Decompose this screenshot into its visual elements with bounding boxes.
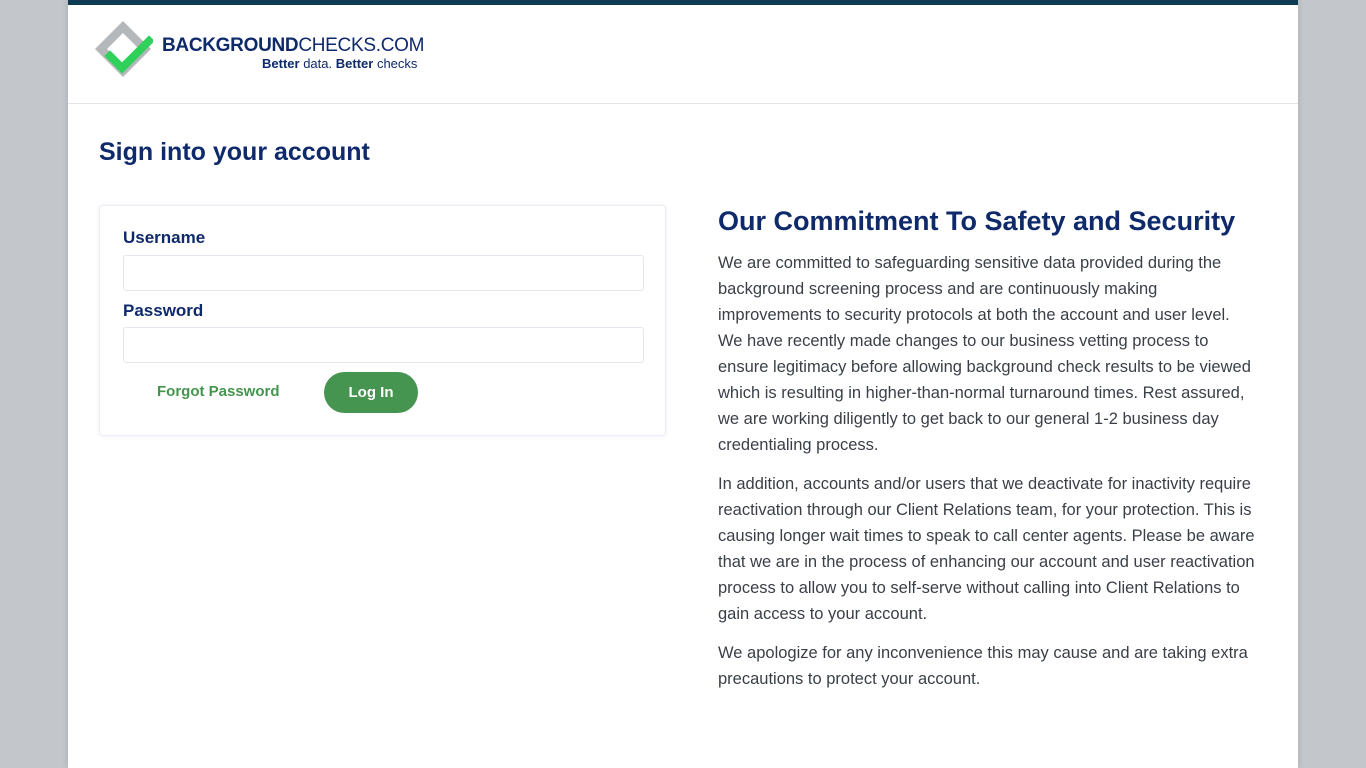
notice-paragraph: In addition, accounts and/or users that …	[718, 475, 1255, 623]
forgot-password-link[interactable]: Forgot Password	[157, 383, 280, 400]
login-form: Username Password Forgot Password Log In	[99, 205, 666, 436]
tagline-part: checks	[376, 56, 418, 71]
security-notice: Our Commitment To Safety and Security We…	[718, 205, 1258, 705]
tagline-part: Better	[335, 56, 374, 71]
password-input[interactable]	[123, 327, 644, 363]
notice-paragraph: We apologize for any inconvenience this …	[718, 644, 1248, 688]
username-input[interactable]	[123, 255, 644, 291]
diamond-checkmark-logo-icon[interactable]	[93, 19, 153, 79]
page-title: Sign into your account	[99, 138, 370, 166]
brand-name-light: CHECKS.COM	[298, 35, 425, 56]
tagline-part: Better	[262, 56, 300, 71]
password-label: Password	[123, 301, 204, 320]
notice-paragraph: We are committed to safeguarding sensiti…	[718, 254, 1251, 454]
login-button[interactable]: Log In	[324, 372, 418, 413]
brand-name-bold: BACKGROUND	[162, 35, 299, 56]
site-header: BACKGROUNDCHECKS.COM Better data. Better…	[68, 5, 1298, 104]
tagline-part: data.	[303, 56, 333, 71]
username-label: Username	[123, 228, 206, 247]
brand-tagline: Better data. Better checks	[262, 56, 417, 71]
brand-name[interactable]: BACKGROUNDCHECKS.COM	[162, 35, 424, 57]
notice-title: Our Commitment To Safety and Security	[718, 206, 1236, 236]
page-container: BACKGROUNDCHECKS.COM Better data. Better…	[68, 0, 1298, 768]
